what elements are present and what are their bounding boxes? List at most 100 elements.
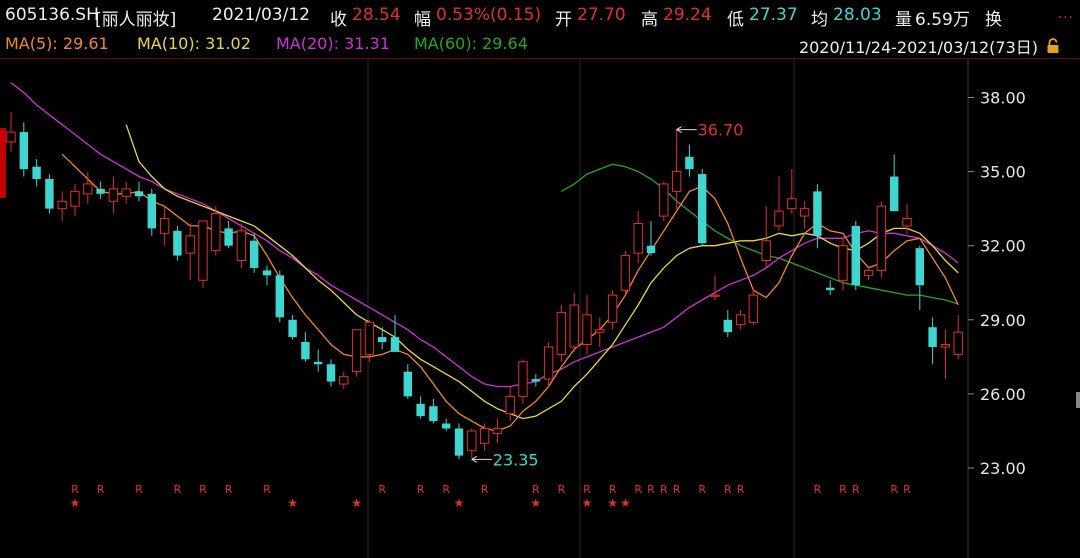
r-marker: R <box>174 483 182 496</box>
date-range-selector[interactable]: 2020/11/24-2021/03/12(73日) <box>798 34 1038 59</box>
r-marker: R <box>199 483 207 496</box>
r-marker: R <box>417 483 425 496</box>
candle-body-up <box>620 255 631 291</box>
r-marker: R <box>583 483 591 496</box>
scroll-handle[interactable] <box>1076 392 1080 408</box>
candle-body-up <box>876 205 887 271</box>
r-marker: R <box>634 483 642 496</box>
ma10-legend: MA(10): 31.02 <box>137 34 251 53</box>
candle-body-up <box>710 294 720 297</box>
y-tick-label: 38.00 <box>980 89 1026 108</box>
star-marker: ★ <box>287 496 298 510</box>
r-marker: R <box>839 483 847 496</box>
y-tick-label: 23.00 <box>980 459 1026 478</box>
change-value: 0.53%(0.15) <box>436 5 542 25</box>
r-marker: R <box>97 483 105 496</box>
candle-body-up <box>198 220 208 281</box>
r-marker: R <box>698 483 706 496</box>
candle-body-down <box>45 179 54 209</box>
low-label: 低 <box>727 10 744 30</box>
r-marker: R <box>660 483 668 496</box>
more-menu-button[interactable]: ... <box>1058 6 1074 22</box>
volume-label: 量 <box>895 10 912 30</box>
kline-chart[interactable]: 38.00 35.00 32.00 29.00 26.00 23.00 36.70 23.35… <box>0 59 1080 558</box>
open-label: 开 <box>555 10 572 30</box>
candle-body-up <box>108 188 119 202</box>
candle-body-up <box>787 198 797 210</box>
candle-body-up <box>185 235 195 254</box>
candle-body-down <box>442 423 451 429</box>
candle-body-down <box>685 156 694 170</box>
ma20-legend: MA(20): 31.31 <box>276 34 390 53</box>
candle-body-down <box>275 275 284 318</box>
close-label: 收 <box>330 10 347 30</box>
candle-body-down <box>723 319 732 333</box>
candle-body-down <box>134 191 144 197</box>
candle-body-up <box>57 200 67 210</box>
candle-body-down <box>224 228 233 246</box>
candle-body-up <box>735 314 746 326</box>
candle-body-down <box>429 406 438 422</box>
ma10-line <box>125 124 959 420</box>
r-marker: R <box>890 483 898 496</box>
candle-body-up <box>467 430 477 452</box>
candle-body-up <box>953 331 963 355</box>
candle-body-up <box>492 427 503 434</box>
r-marker: R <box>135 483 143 496</box>
r-marker: R <box>609 483 617 496</box>
candle-body-up <box>902 218 912 227</box>
star-marker: ★ <box>70 496 81 510</box>
high-annotation: 36.70 <box>698 121 744 140</box>
low-annotation: 23.35 <box>493 450 539 469</box>
candle-body-down <box>326 364 336 382</box>
close-value: 28.54 <box>352 5 401 25</box>
volume-value: 6.59万 <box>915 10 970 30</box>
candle-body-up <box>607 294 618 323</box>
candle-body-up <box>351 329 362 373</box>
avg-label: 均 <box>811 10 828 30</box>
candle-body-up <box>479 427 490 444</box>
r-marker: R <box>558 483 566 496</box>
ma5-legend: MA(5): 29.61 <box>5 34 109 53</box>
star-marker: ★ <box>607 496 618 510</box>
candle-body-down <box>646 245 656 254</box>
ma60-legend: MA(60): 29.64 <box>414 34 528 53</box>
candle-body-down <box>250 240 259 268</box>
candle-body-down <box>173 230 182 256</box>
candle-body-down <box>531 379 540 382</box>
candle-body-up <box>518 361 528 397</box>
candle-body-up <box>863 269 874 276</box>
y-tick-label: 26.00 <box>980 385 1026 404</box>
candle-body-down <box>826 287 835 291</box>
r-marker: R <box>225 483 233 496</box>
candle-body-down <box>96 188 105 194</box>
candle-body-up <box>236 230 247 262</box>
candle-body-down <box>890 176 899 212</box>
candle-body-up <box>582 314 592 345</box>
star-marker: ★ <box>620 496 631 510</box>
r-marker: R <box>647 483 655 496</box>
r-marker: R <box>263 483 271 496</box>
candle-body-up <box>671 171 682 192</box>
candle-body-down <box>288 319 297 338</box>
stock-name: [丽人丽妆] <box>95 10 177 30</box>
candle-body-up <box>774 210 784 227</box>
candle-body-up <box>364 321 375 355</box>
star-marker: ★ <box>530 496 541 510</box>
candle-body-up <box>70 190 80 207</box>
candle-body-up <box>659 183 669 217</box>
star-marker: ★ <box>351 496 362 510</box>
low-value: 27.37 <box>749 5 798 25</box>
lock-icon[interactable] <box>1046 38 1060 54</box>
candle-body-down <box>378 337 387 343</box>
candle-body-down <box>698 174 707 244</box>
star-marker: ★ <box>582 496 593 510</box>
candle-body-down <box>928 327 937 347</box>
candle-body-down <box>454 428 464 456</box>
candle-body-down <box>262 270 272 276</box>
candle-body-up <box>595 329 605 333</box>
avg-value: 28.03 <box>833 5 882 25</box>
high-value: 29.24 <box>663 5 712 25</box>
candle-body-down <box>416 403 425 417</box>
candle-body-up <box>543 346 554 380</box>
